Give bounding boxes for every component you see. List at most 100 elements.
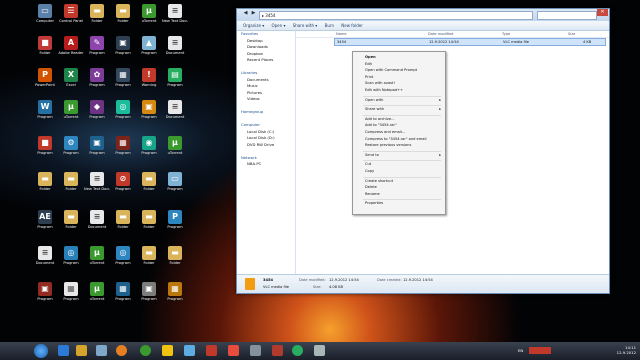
search-input[interactable]	[537, 11, 597, 20]
desktop-icon[interactable]: ▣ Program	[136, 100, 162, 130]
desktop-icon[interactable]: ⚙ Program	[58, 136, 84, 166]
desktop-icon[interactable]: μ uTorrent	[84, 246, 110, 276]
menu-item[interactable]: Send to	[365, 153, 379, 158]
desktop-icon[interactable]: ▬ Folder	[162, 246, 188, 276]
desktop-icon[interactable]: ▬ Folder	[136, 210, 162, 240]
share-with-button[interactable]: Share with ▾	[293, 21, 318, 30]
column-size[interactable]: Size	[568, 31, 575, 37]
desktop-icon[interactable]: X Excel	[58, 68, 84, 98]
desktop-icon[interactable]: ■ Program	[32, 136, 58, 166]
app-icon[interactable]	[272, 345, 283, 356]
desktop-icon[interactable]: ▬ Folder	[58, 210, 84, 240]
desktop-icon[interactable]: ⊘ Program	[110, 172, 136, 202]
menu-item[interactable]: Open with	[365, 98, 383, 103]
desktop-icon[interactable]: ▭ Program	[162, 172, 188, 202]
desktop-icon[interactable]: μ uTorrent	[162, 136, 188, 166]
menu-item[interactable]: Delete	[365, 185, 377, 190]
desktop-icon[interactable]: ✿ Program	[84, 68, 110, 98]
desktop-icon[interactable]: ■ Folder	[32, 36, 58, 66]
desktop-icon[interactable]: ! Warning	[136, 68, 162, 98]
forward-icon[interactable]: ▶	[249, 10, 258, 17]
desktop-icon[interactable]: ≡ Document	[162, 100, 188, 130]
desktop-icon[interactable]: W Program	[32, 100, 58, 130]
column-type[interactable]: Type	[502, 31, 510, 37]
column-date[interactable]: Date modified	[428, 31, 453, 37]
menu-item[interactable]: Copy	[365, 169, 374, 174]
menu-item[interactable]: Edit with Notepad++	[365, 88, 403, 93]
recording-indicator[interactable]	[528, 347, 551, 354]
app-icon[interactable]	[314, 345, 325, 356]
menu-item[interactable]: Add to archive...	[365, 117, 394, 122]
desktop-icon[interactable]: ▬ Folder	[32, 172, 58, 202]
desktop-icon[interactable]: ✎ Program	[84, 36, 110, 66]
open-button[interactable]: Open ▾	[271, 21, 285, 30]
menu-item[interactable]: Open	[365, 55, 376, 60]
desktop-icon[interactable]: ▣ Program	[110, 36, 136, 66]
app-icon[interactable]	[250, 345, 261, 356]
desktop-icon[interactable]: ▭ Computer	[32, 4, 58, 34]
desktop-icon[interactable]: μ uTorrent	[84, 282, 110, 312]
column-name[interactable]: Name	[336, 31, 347, 37]
menu-item[interactable]: Properties	[365, 201, 383, 206]
desktop-icon[interactable]: ▬ Folder	[110, 4, 136, 34]
menu-item[interactable]: Share with	[365, 107, 384, 112]
menu-item[interactable]: Cut	[365, 162, 371, 167]
menu-item[interactable]: Rename	[365, 192, 380, 197]
utorrent-icon[interactable]	[140, 345, 151, 356]
desktop-icon[interactable]: ≡ Document	[32, 246, 58, 276]
desktop-icon[interactable]: ◎ Program	[110, 100, 136, 130]
app-icon[interactable]	[162, 345, 173, 356]
burn-button[interactable]: Burn	[325, 21, 334, 30]
menu-item[interactable]: Compress and email...	[365, 130, 405, 135]
desktop-icon[interactable]: ▬ Folder	[84, 4, 110, 34]
desktop-icon[interactable]: ▤ Program	[162, 68, 188, 98]
desktop-icon[interactable]: ▬ Folder	[58, 172, 84, 202]
desktop-icon[interactable]: ≡New Text Document	[84, 172, 110, 202]
desktop-icon[interactable]: P PowerPoint	[32, 68, 58, 98]
desktop-icon[interactable]: ▬ Folder	[136, 172, 162, 202]
desktop-icon[interactable]: ◉ Program	[136, 136, 162, 166]
desktop-icon[interactable]: ▣ Program	[32, 282, 58, 312]
desktop-icon[interactable]: ▣ Program	[84, 136, 110, 166]
chrome-icon[interactable]	[292, 345, 303, 356]
menu-item[interactable]: Edit	[365, 62, 372, 67]
explorer-icon[interactable]	[76, 345, 87, 356]
organize-button[interactable]: Organize ▾	[243, 21, 264, 30]
desktop-icon[interactable]: ≡ Document	[84, 210, 110, 240]
desktop-icon[interactable]: ▦ Program	[110, 68, 136, 98]
desktop-icon[interactable]: μ uTorrent	[58, 100, 84, 130]
file-row-selected[interactable]: 3454 12.9.2012 14:54 VLC media file 4 KB	[334, 38, 606, 46]
desktop-icon[interactable]: ≡ Document	[162, 36, 188, 66]
desktop-icon[interactable]: ◎ Program	[110, 246, 136, 276]
menu-item[interactable]: Open with Command Prompt	[365, 68, 417, 73]
desktop-icon[interactable]: ▦ Program	[110, 136, 136, 166]
new-folder-button[interactable]: New folder	[341, 21, 363, 30]
desktop-icon[interactable]: ◎ Program	[58, 246, 84, 276]
desktop-icon[interactable]: ▦ Program	[58, 282, 84, 312]
menu-item[interactable]: Scan with avast!	[365, 81, 395, 86]
desktop-icon[interactable]: ◆ Program	[84, 100, 110, 130]
title-bar[interactable]: ◀ ▶ ▸ 3454 ✕	[237, 9, 609, 21]
desktop-icon[interactable]: μ uTorrent	[136, 4, 162, 34]
nav-item[interactable]: NBA-PC	[237, 161, 295, 168]
app-icon[interactable]	[184, 345, 195, 356]
tray-icons[interactable]: EN	[518, 347, 551, 354]
menu-item[interactable]: Compress to "3454.rar" and email	[365, 137, 426, 142]
clock[interactable]: 14:11 12.9.2012	[617, 345, 636, 355]
desktop-icon[interactable]: ≡New Text Document	[162, 4, 188, 34]
menu-item[interactable]: Print	[365, 75, 373, 80]
desktop-icon[interactable]: A Adobe Reader	[58, 36, 84, 66]
menu-item[interactable]: Create shortcut	[365, 179, 393, 184]
desktop-icon[interactable]: ▲ Program	[136, 36, 162, 66]
desktop-icon[interactable]: ▬ Folder	[110, 210, 136, 240]
close-icon[interactable]: ✕	[597, 9, 608, 16]
ie-icon[interactable]	[58, 345, 69, 356]
desktop-icon[interactable]: ☰ Control Panel	[58, 4, 84, 34]
app-icon[interactable]	[228, 345, 239, 356]
desktop-icon[interactable]: AE Program	[32, 210, 58, 240]
menu-item[interactable]: Restore previous versions	[365, 143, 411, 148]
menu-item[interactable]: Add to "3454.rar"	[365, 123, 397, 128]
desktop-icon[interactable]: ▦ Program	[162, 282, 188, 312]
desktop-icon[interactable]: ▬ Folder	[136, 246, 162, 276]
media-icon[interactable]	[116, 345, 127, 356]
